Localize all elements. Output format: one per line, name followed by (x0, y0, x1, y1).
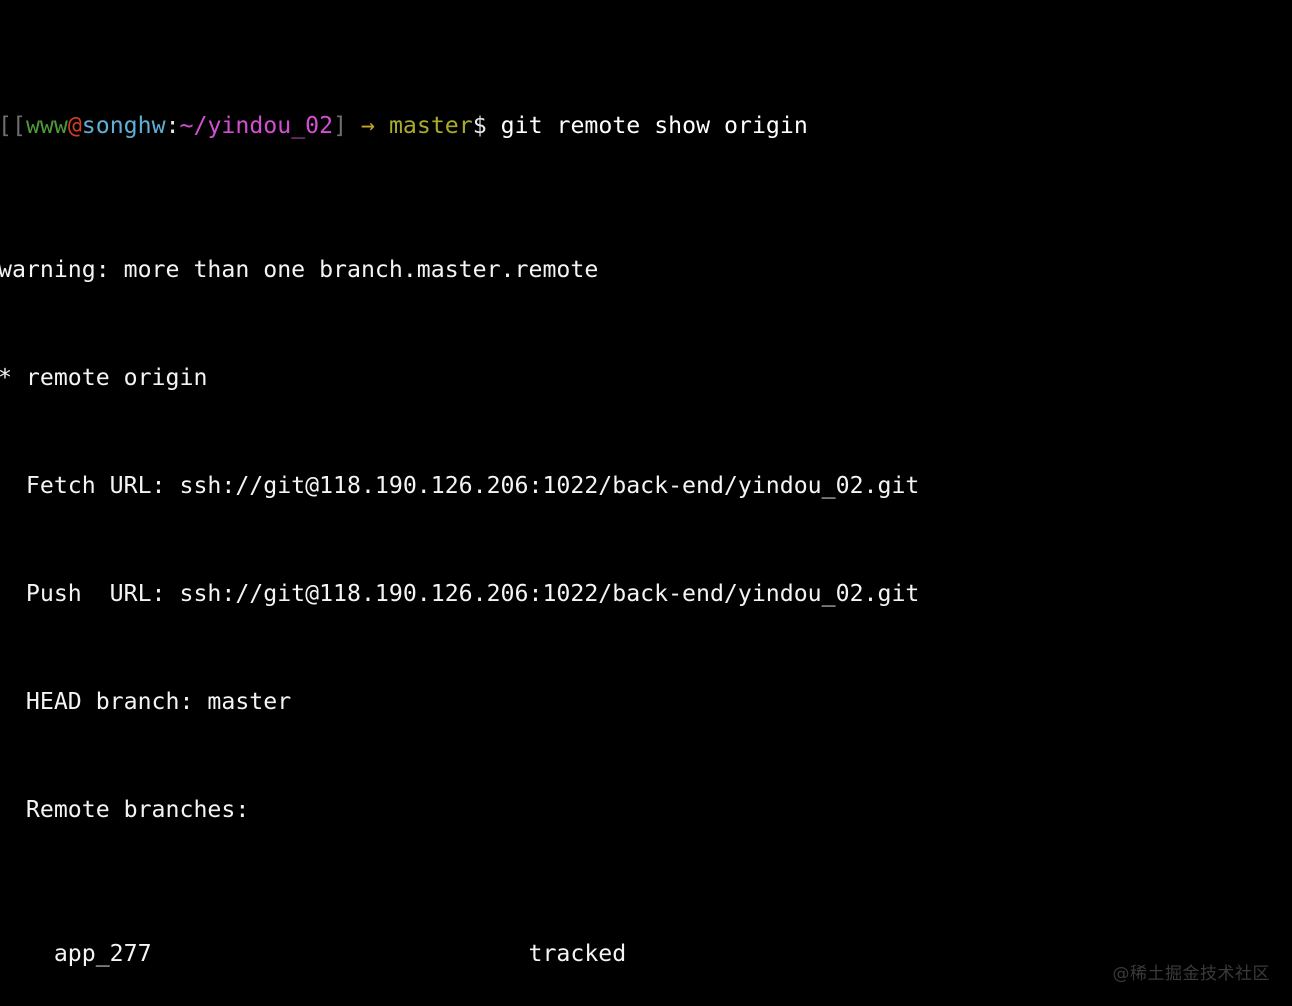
prompt-line: [[www@songhw:~/yindou_02] → master$ git … (0, 108, 1292, 144)
output-fetch-url: Fetch URL: ssh://git@118.190.126.206:102… (0, 472, 920, 499)
prompt-path: ~/yindou_02 (179, 112, 334, 139)
prompt-user: www (25, 112, 68, 139)
prompt-host: songhw (81, 112, 166, 139)
output-head-branch: HEAD branch: master (0, 688, 292, 715)
output-push-url: Push URL: ssh://git@118.190.126.206:1022… (0, 580, 920, 607)
prompt-colon: : (165, 112, 180, 139)
prompt-open-bracket-outer: [ (0, 112, 12, 139)
terminal-screen: [[www@songhw:~/yindou_02] → master$ git … (0, 0, 1292, 1006)
output-warning-line: warning: more than one branch.master.rem… (0, 256, 599, 283)
terminal-window[interactable]: [[www@songhw:~/yindou_02] → master$ git … (0, 0, 1292, 1006)
prompt-space-1 (347, 112, 361, 139)
prompt-space-2 (375, 112, 389, 139)
prompt-at-sign: @ (67, 112, 82, 139)
remote-branch-row: app_277 tracked (0, 940, 627, 967)
command-input[interactable]: git remote show origin (487, 112, 808, 139)
prompt-close-bracket: ] (333, 112, 348, 139)
output-remote-header: * remote origin (0, 364, 208, 391)
watermark: @稀土掘金技术社区 (1112, 964, 1270, 984)
prompt-git-branch: master (388, 112, 473, 139)
prompt-open-bracket: [ (11, 112, 26, 139)
prompt-arrow-icon: → (361, 112, 375, 139)
prompt-dollar-sign: $ (472, 112, 487, 139)
output-remote-branches-header: Remote branches: (0, 796, 250, 823)
